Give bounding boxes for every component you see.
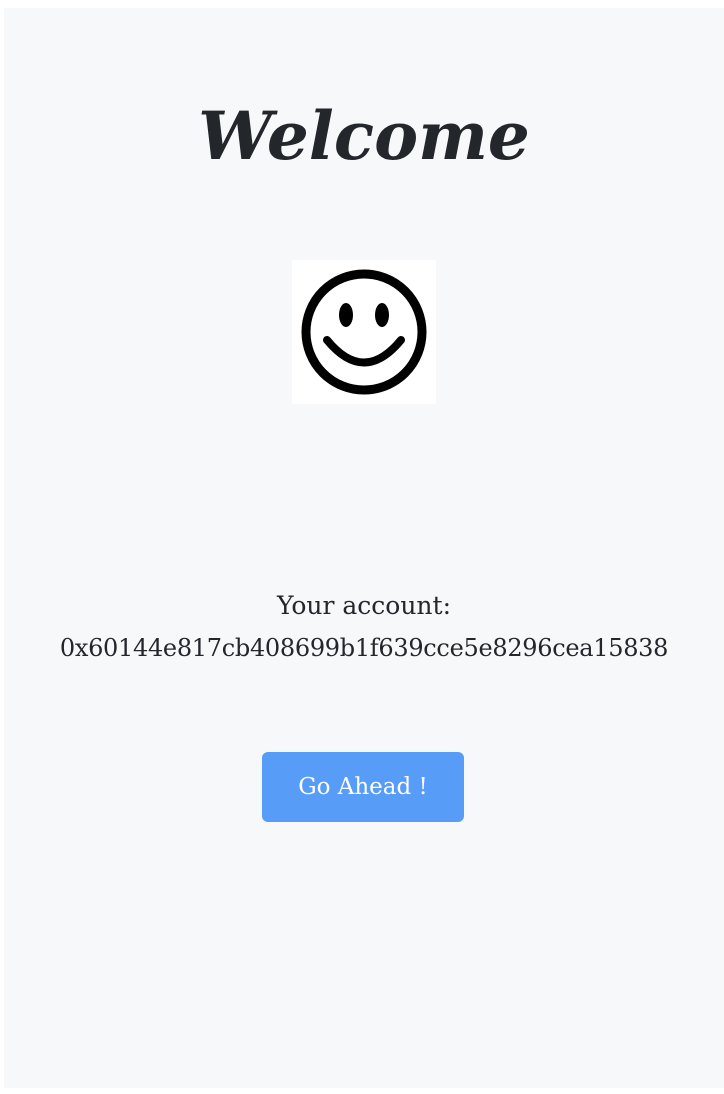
account-address: 0x60144e817cb408699b1f639cce5e8296cea158… [59, 634, 669, 662]
go-ahead-button[interactable]: Go Ahead ! [262, 752, 464, 822]
smiley-face-icon [301, 269, 427, 395]
welcome-page: Welcome Your account: 0x60144e817cb40869… [4, 8, 724, 1088]
avatar [292, 260, 436, 404]
page-title: Welcome [198, 97, 530, 175]
account-info: Your account: 0x60144e817cb408699b1f639c… [4, 588, 724, 666]
account-label: Your account: [276, 591, 451, 620]
